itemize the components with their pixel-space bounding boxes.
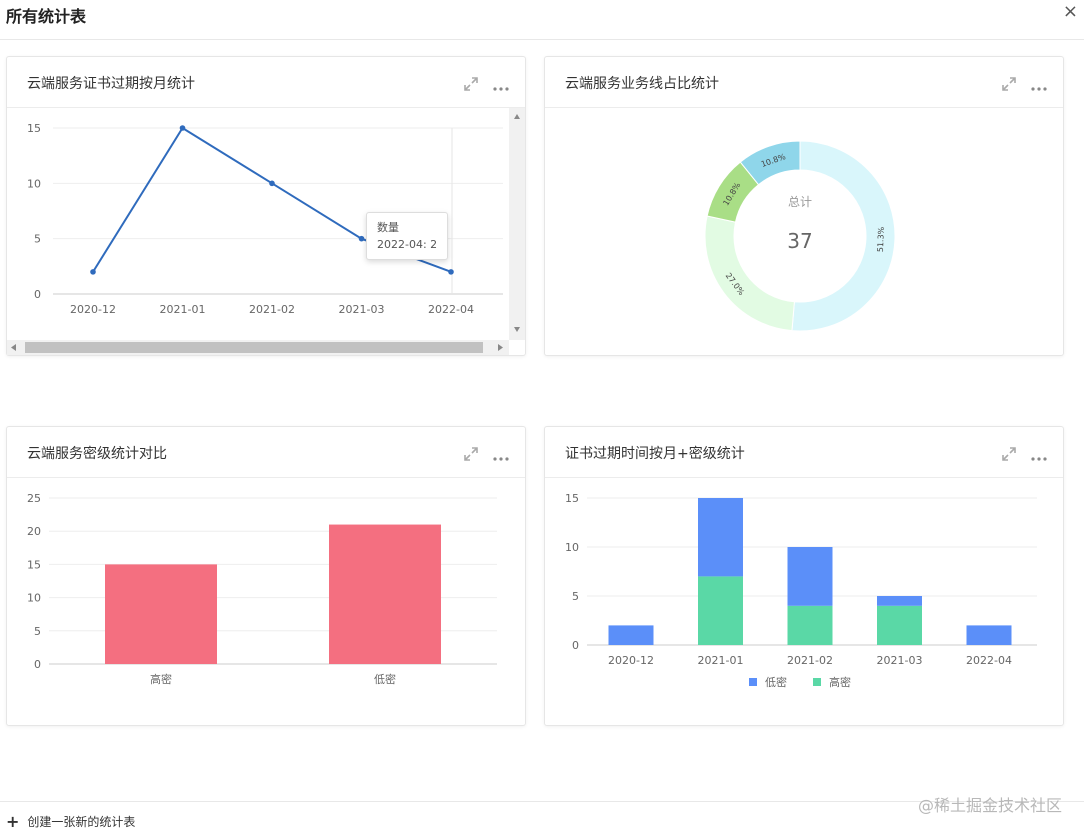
y-tick-label: 10 (27, 177, 41, 190)
legend-swatch (813, 678, 821, 686)
card-body: 0 5 10 15 2020-12 2021-01 2021-02 2021-03 2022-… (7, 108, 525, 355)
card-body: 51.3% 27.0% 10.8% 10.8% 总计 37 (545, 108, 1063, 355)
bar-segment-low (787, 547, 833, 606)
donut-slice (704, 215, 795, 332)
bar (105, 564, 217, 664)
plus-icon: + (6, 812, 20, 831)
donut-chart: 51.3%27.0%10.8%10.8% 总计 37 (704, 140, 896, 332)
chart-tooltip: 数量 2022-04: 2 (366, 212, 449, 260)
y-tick-label: 0 (34, 658, 41, 671)
y-tick-label: 0 (572, 639, 579, 652)
y-tick-label: 20 (27, 525, 41, 538)
y-tick-label: 15 (565, 492, 579, 505)
bar-segment-high (698, 576, 743, 645)
horizontal-scrollbar-thumb[interactable] (25, 342, 483, 353)
card-header: 云端服务业务线占比统计 (545, 57, 1063, 108)
y-tick-label: 0 (34, 288, 41, 301)
data-point (90, 269, 96, 275)
dialog-header: 所有统计表 × (0, 0, 1084, 40)
close-button[interactable]: × (1063, 2, 1078, 22)
card-title: 云端服务业务线占比统计 (565, 76, 719, 92)
x-tick-label: 2021-01 (160, 303, 206, 316)
bar-segment-low (698, 498, 743, 577)
bar-segment-high (787, 605, 833, 645)
vertical-scrollbar[interactable] (509, 108, 525, 340)
x-tick-label: 2020-12 (608, 654, 654, 667)
card-secret-bar: 云端服务密级统计对比 0 5 10 15 20 25 高密 低密 (6, 426, 526, 726)
card-title: 云端服务证书过期按月统计 (27, 76, 195, 92)
card-header: 云端服务证书过期按月统计 (7, 57, 525, 108)
card-tools (454, 445, 509, 461)
y-tick-label: 5 (34, 625, 41, 638)
donut-center-value: 37 (787, 229, 812, 253)
tooltip-title: 数量 (377, 221, 399, 234)
expand-icon[interactable] (464, 76, 478, 95)
dialog-title: 所有统计表 (6, 7, 87, 26)
x-tick-label: 2021-02 (249, 303, 295, 316)
bar-segment-low (966, 625, 1012, 645)
card-header: 证书过期时间按月+密级统计 (545, 427, 1063, 478)
bar (329, 524, 441, 664)
card-tools (992, 445, 1047, 461)
watermark: @稀土掘金技术社区 (917, 796, 1062, 815)
x-tick-label: 2021-03 (339, 303, 385, 316)
legend-swatch (749, 678, 757, 686)
bar-segment-low (877, 596, 922, 606)
legend-label: 低密 (765, 675, 787, 689)
slice-label: 51.3% (876, 226, 886, 252)
more-icon[interactable] (493, 76, 509, 95)
card-combo-stacked: 证书过期时间按月+密级统计 0 5 10 15 2020-12 2021-01 2021-… (544, 426, 1064, 726)
expand-icon[interactable] (1002, 446, 1016, 465)
x-tick-label: 2020-12 (70, 303, 116, 316)
more-icon[interactable] (1031, 446, 1047, 465)
stacked-bar-chart: 0 5 10 15 2020-12 2021-01 2021-02 2021-03 2022-… (565, 492, 1037, 689)
create-chart-label: 创建一张新的统计表 (27, 815, 136, 829)
x-tick-label: 低密 (374, 672, 396, 686)
card-bizline-donut: 云端服务业务线占比统计 51.3% 27.0% 10.8% 10.8% 总计 37 (544, 56, 1064, 356)
create-chart-button[interactable]: + 创建一张新的统计表 (6, 812, 135, 831)
card-title: 证书过期时间按月+密级统计 (565, 446, 745, 462)
data-point (269, 180, 275, 187)
bar-segment-low (608, 625, 654, 645)
footer: + 创建一张新的统计表 @稀土掘金技术社区 (0, 796, 1084, 835)
y-tick-label: 10 (565, 541, 579, 554)
bar-chart: 0 5 10 15 20 25 高密 低密 (27, 492, 497, 686)
y-tick-label: 10 (27, 592, 41, 605)
x-tick-label: 2022-04 (428, 303, 474, 316)
data-point (179, 125, 186, 131)
x-tick-label: 2022-04 (966, 654, 1012, 667)
y-tick-label: 15 (27, 122, 41, 135)
more-icon[interactable] (1031, 76, 1047, 95)
expand-icon[interactable] (1002, 76, 1016, 95)
y-tick-label: 5 (34, 233, 41, 246)
card-body: 0 5 10 15 2020-12 2021-01 2021-02 2021-03 2022-… (545, 478, 1063, 725)
y-tick-label: 5 (572, 590, 579, 603)
x-tick-label: 高密 (150, 672, 172, 686)
x-tick-label: 2021-03 (877, 654, 923, 667)
card-body: 0 5 10 15 20 25 高密 低密 (7, 478, 525, 725)
y-tick-label: 25 (27, 492, 41, 505)
data-point (358, 235, 365, 242)
x-tick-label: 2021-01 (698, 654, 744, 667)
tooltip-value: 2022-04: 2 (377, 238, 438, 251)
card-title: 云端服务密级统计对比 (27, 446, 167, 462)
bar-segment-high (877, 605, 922, 645)
card-tools (454, 75, 509, 91)
data-point (448, 269, 454, 275)
legend-label: 高密 (829, 675, 851, 689)
card-tools (992, 75, 1047, 91)
card-header: 云端服务密级统计对比 (7, 427, 525, 478)
y-tick-label: 15 (27, 558, 41, 571)
donut-center-label: 总计 (788, 195, 812, 209)
expand-icon[interactable] (464, 446, 478, 465)
card-expiry-line: 云端服务证书过期按月统计 0 5 10 15 2020-12 2021-01 2021-0… (6, 56, 526, 356)
x-tick-label: 2021-02 (787, 654, 833, 667)
more-icon[interactable] (493, 446, 509, 465)
